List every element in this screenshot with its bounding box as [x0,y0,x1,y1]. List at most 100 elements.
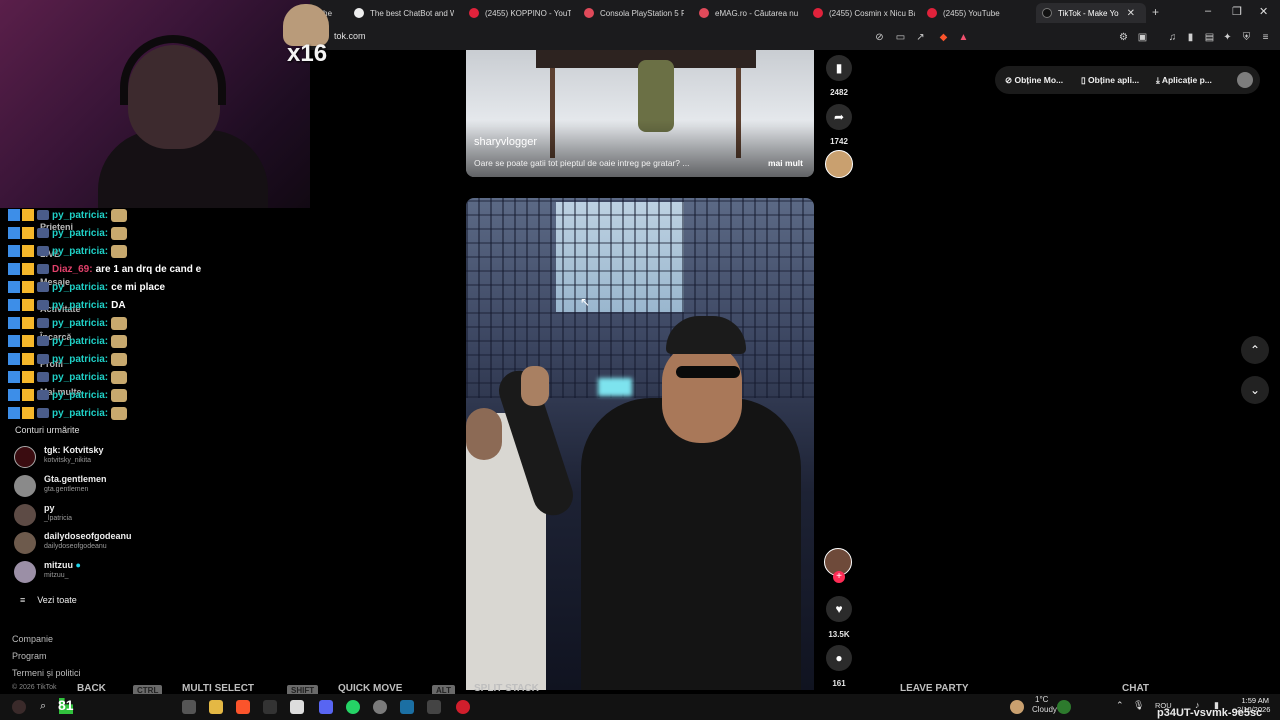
chat-username[interactable]: py_patricia: [52,408,108,419]
chat-message: py_patricia: [8,314,308,332]
chat-username[interactable]: py_patricia: [52,300,108,311]
cast-icon[interactable]: ▭ [895,32,906,43]
account-kotvitsky[interactable]: tgk: Kotvitsky kotvitsky_nikita [14,444,214,468]
steam-icon[interactable] [400,700,414,714]
close-tab-icon[interactable]: ✕ [1127,8,1135,19]
store-icon[interactable] [290,700,304,714]
chevron-down-icon: ⌄ [1249,383,1261,397]
brave-rewards-icon[interactable]: ▲ [958,32,969,43]
url-field[interactable]: tok.com [334,31,366,41]
video-author[interactable]: sharyvlogger [474,136,537,148]
whatsapp-icon[interactable] [346,700,360,714]
account-mitzuu[interactable]: mitzuu ● mitzuu_ [14,559,214,583]
footer-company[interactable]: Companie [12,634,53,644]
new-tab-icon[interactable]: + [1152,5,1159,19]
badge-icon [8,227,20,239]
emote-icon [111,208,128,222]
crown-badge-icon [22,407,34,419]
comment-button[interactable]: ● [826,645,852,671]
chat-username[interactable]: py_patricia: [52,282,108,293]
brave-shield-icon[interactable]: ◆ [938,32,949,43]
file-explorer-icon[interactable] [209,700,223,714]
more-link[interactable]: mai mult [768,158,803,168]
chat-username[interactable]: py_patricia: [52,228,108,239]
tiktok-icon [1042,8,1052,18]
chat-username[interactable]: py_patricia: [52,372,108,383]
account-dailydose[interactable]: dailydoseofgodeanu dailydoseofgodeanu [14,530,214,554]
like-button[interactable]: ♥ [826,596,852,622]
close-window-icon[interactable]: ✕ [1259,5,1268,18]
sub-badge-icon [37,336,49,346]
tab-chatbot[interactable]: The best ChatBot and W [354,3,454,23]
maximize-icon[interactable]: ❐ [1232,5,1242,18]
sub-badge-icon [37,228,49,238]
chat-username[interactable]: py_patricia: [52,246,108,257]
weather-widget[interactable]: 1°C Cloudy [1032,695,1057,714]
video-card-2[interactable] [466,198,814,690]
chat-message: py_patricia: ce mi place [8,278,308,296]
minimize-icon[interactable]: – [1205,5,1211,17]
chat-username[interactable]: Diaz_69: [52,264,93,275]
footer-terms[interactable]: Termeni și politici [12,668,81,678]
see-all-link[interactable]: ≡ Vezi toate [20,595,77,605]
account-gta-gentlemen[interactable]: Gta.gentlemen gta.gentlemen [14,473,214,497]
sub-badge-icon [37,300,49,310]
crown-badge-icon [22,353,34,365]
badge-icon [8,353,20,365]
next-video-button[interactable]: ⌄ [1241,376,1269,404]
tab-playstation[interactable]: Consola PlayStation 5 Pr [584,3,684,23]
app2-icon[interactable] [427,700,441,714]
chat-username[interactable]: py_patricia: [52,210,108,221]
youtube-icon [927,8,937,18]
chat-username[interactable]: py_patricia: [52,390,108,401]
music-icon[interactable]: ♫ [1167,32,1178,43]
follow-plus-icon[interactable]: + [833,571,845,583]
brave-icon[interactable] [236,700,250,714]
save-button[interactable]: ▮ [826,55,852,81]
party-avatar-icon [1057,700,1071,714]
chat-username[interactable]: py_patricia: [52,318,108,329]
chrome-icon[interactable] [373,700,387,714]
account-py[interactable]: py _lpatricia [14,502,214,526]
tray-expand-icon[interactable]: ⌃ [1116,700,1130,714]
sidebar-icon[interactable]: ▮ [1185,32,1196,43]
app-icon[interactable] [263,700,277,714]
chat-message: py_patricia: [8,224,308,242]
leo-ai-icon[interactable]: ✦ [1222,32,1233,43]
tab-youtube[interactable]: (2455) YouTube [927,3,1027,23]
chat-username[interactable]: py_patricia: [52,354,108,365]
avatar [14,561,36,583]
previous-video-button[interactable]: ⌃ [1241,336,1269,364]
footer-program[interactable]: Program [12,651,47,661]
creator-avatar[interactable] [825,150,853,178]
task-view-icon[interactable] [182,700,196,714]
get-coins-button[interactable]: ⊘ Obține Mo... [1005,75,1063,86]
share-button[interactable]: ➦ [826,104,852,130]
tab-koppino[interactable]: (2455) KOPPINO - YouTu [469,3,571,23]
no-camera-icon[interactable]: ⊘ [874,32,885,43]
chat-message: py_patricia: [8,332,308,350]
discord-icon[interactable] [319,700,333,714]
stream-watermark: p34UT-vsvmk-9e5sc [1157,707,1263,719]
vpn-icon[interactable]: ⛨ [1241,32,1252,43]
search-icon[interactable]: ⌕ [40,700,54,714]
chevron-up-icon: ⌃ [1249,343,1261,357]
menu-icon[interactable]: ≡ [1260,32,1271,43]
profile-avatar[interactable] [1237,72,1253,88]
chat-username[interactable]: py_patricia: [52,336,108,347]
pc-app-button[interactable]: ⤓ Aplicație p... [1156,75,1212,86]
tab-cosmin[interactable]: (2455) Cosmin x Nicu Ba [813,3,915,23]
youtube-icon [469,8,479,18]
hud-multi-select: MULTI SELECT [182,683,255,694]
wallet-icon[interactable]: ▤ [1204,32,1215,43]
mic-icon[interactable]: 🎙 [1133,700,1147,714]
extensions-icon[interactable]: ⚙ [1118,32,1129,43]
opera-icon[interactable] [456,700,470,714]
share-icon[interactable]: ↗ [915,32,926,43]
reader-icon[interactable]: ▣ [1137,32,1148,43]
tab-emag[interactable]: eMAG.ro - Căutarea nu s [699,3,799,23]
get-app-button[interactable]: ▯ Obține apli... [1081,75,1139,86]
tab-tiktok[interactable]: TikTok - Make Yo ✕ [1036,3,1146,23]
video-card-1[interactable]: sharyvlogger Oare se poate gatii tot pie… [466,50,814,177]
start-icon[interactable] [12,700,26,714]
